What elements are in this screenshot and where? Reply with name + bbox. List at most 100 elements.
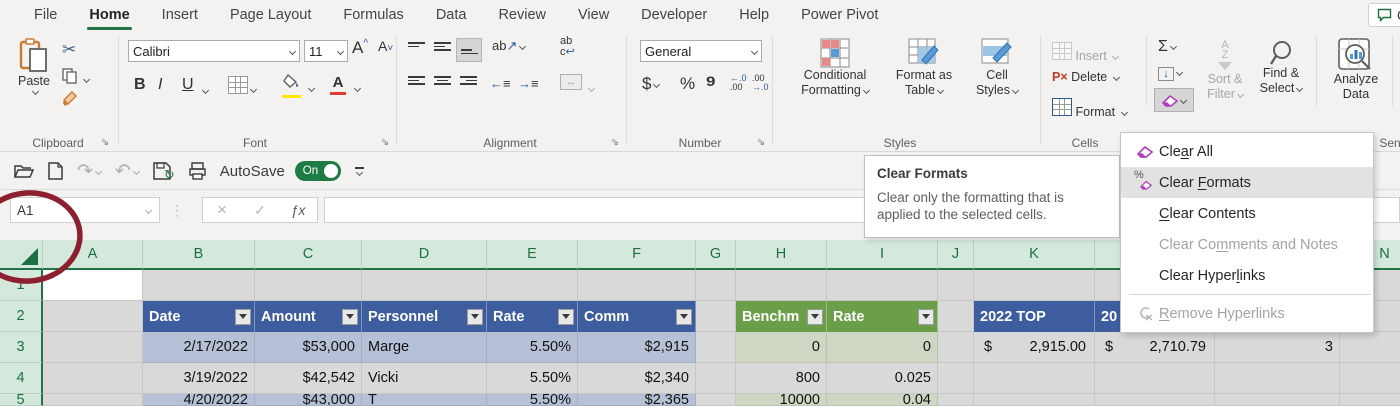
- new-file-icon[interactable]: [48, 162, 63, 180]
- accounting-format-button[interactable]: $: [642, 74, 661, 94]
- filter-button-C[interactable]: [342, 308, 358, 325]
- cell-C2[interactable]: Amount: [255, 301, 362, 332]
- cell-I3[interactable]: 0: [827, 332, 938, 363]
- cell-N3[interactable]: [1340, 332, 1400, 363]
- cell-K4[interactable]: [974, 363, 1095, 394]
- cell-M5[interactable]: [1215, 394, 1340, 406]
- cell-E5[interactable]: 5.50%: [487, 394, 578, 406]
- cell-E3[interactable]: 5.50%: [487, 332, 578, 363]
- column-header-E[interactable]: E: [487, 240, 578, 270]
- cell-J5[interactable]: [938, 394, 974, 406]
- align-middle-button[interactable]: [434, 42, 451, 51]
- cell-B1[interactable]: [143, 270, 255, 301]
- row-header-4[interactable]: 4: [0, 363, 43, 394]
- fill-color-chevron-icon[interactable]: [306, 80, 316, 98]
- enter-button[interactable]: ✓: [241, 202, 279, 219]
- underline-button[interactable]: U: [182, 76, 194, 94]
- menu-item-clear-contents[interactable]: Clear Contents: [1121, 198, 1373, 229]
- formula-bar-divider[interactable]: ⋮: [170, 202, 184, 219]
- copy-chevron-icon[interactable]: [83, 76, 91, 84]
- align-center-button[interactable]: [434, 76, 451, 85]
- column-header-F[interactable]: F: [578, 240, 696, 270]
- cell-M3[interactable]: 3: [1215, 332, 1340, 363]
- insert-cells-button[interactable]: Insert: [1052, 42, 1120, 63]
- column-header-G[interactable]: G: [696, 240, 736, 270]
- cell-K5[interactable]: [974, 394, 1095, 406]
- column-header-I[interactable]: I: [827, 240, 938, 270]
- filter-button-I[interactable]: [918, 308, 934, 325]
- tab-developer[interactable]: Developer: [625, 0, 723, 30]
- cell-F1[interactable]: [578, 270, 696, 301]
- tab-power-pivot[interactable]: Power Pivot: [785, 0, 894, 30]
- column-header-J[interactable]: J: [938, 240, 974, 270]
- align-top-button[interactable]: [408, 42, 425, 51]
- cancel-button[interactable]: ×: [203, 200, 241, 220]
- cell-D2[interactable]: Personnel: [362, 301, 487, 332]
- tab-page-layout[interactable]: Page Layout: [214, 0, 327, 30]
- merge-center-chevron-icon[interactable]: [586, 80, 596, 98]
- open-file-icon[interactable]: [14, 163, 34, 179]
- cell-E2[interactable]: Rate: [487, 301, 578, 332]
- paste-button[interactable]: Paste: [10, 38, 58, 96]
- increase-indent-icon[interactable]: →≡: [518, 76, 539, 91]
- cell-J1[interactable]: [938, 270, 974, 301]
- format-cells-button[interactable]: Format: [1052, 98, 1128, 119]
- cell-I4[interactable]: 0.025: [827, 363, 938, 394]
- comma-style-button[interactable]: 9: [706, 74, 715, 90]
- align-bottom-button[interactable]: [456, 38, 482, 62]
- menu-item-clear-hyperlinks[interactable]: Clear Hyperlinks: [1121, 260, 1373, 291]
- cell-H2[interactable]: Benchm: [736, 301, 827, 332]
- clear-button[interactable]: [1154, 88, 1194, 112]
- fill-color-button[interactable]: [282, 73, 301, 98]
- font-dialog-launcher-icon[interactable]: ⇘: [378, 136, 392, 150]
- menu-item-clear-formats[interactable]: % Clear Formats: [1121, 167, 1373, 198]
- autosave-toggle[interactable]: On: [294, 161, 341, 181]
- cell-G5[interactable]: [696, 394, 736, 406]
- shrink-font-button[interactable]: A˅: [378, 38, 393, 54]
- cell-E4[interactable]: 5.50%: [487, 363, 578, 394]
- filter-button-B[interactable]: [235, 308, 251, 325]
- cell-G1[interactable]: [696, 270, 736, 301]
- underline-chevron-icon[interactable]: [200, 82, 210, 100]
- qat-overflow-icon[interactable]: [354, 167, 364, 176]
- cell-F4[interactable]: $2,340: [578, 363, 696, 394]
- cell-H1[interactable]: [736, 270, 827, 301]
- cell-G2[interactable]: [696, 301, 736, 332]
- column-header-K[interactable]: K: [974, 240, 1095, 270]
- tab-view[interactable]: View: [562, 0, 625, 30]
- font-name-combo[interactable]: Calibri: [128, 40, 300, 62]
- cell-N4[interactable]: [1340, 363, 1400, 394]
- insert-function-button[interactable]: ƒx: [279, 202, 317, 218]
- tab-help[interactable]: Help: [723, 0, 785, 30]
- cell-D4[interactable]: Vicki: [362, 363, 487, 394]
- cell-H4[interactable]: 800: [736, 363, 827, 394]
- tab-insert[interactable]: Insert: [146, 0, 214, 30]
- filter-button-E[interactable]: [558, 308, 574, 325]
- delete-cells-button[interactable]: P× Delete: [1052, 70, 1120, 84]
- analyze-data-button[interactable]: Analyze Data: [1326, 38, 1386, 102]
- cut-icon[interactable]: ✂: [62, 40, 76, 60]
- tab-file[interactable]: File: [18, 0, 73, 30]
- cell-C5[interactable]: $43,000: [255, 394, 362, 406]
- number-format-combo[interactable]: General: [640, 40, 762, 62]
- orientation-button[interactable]: ab↗: [492, 38, 527, 54]
- format-as-table-button[interactable]: Format as Table: [886, 38, 962, 98]
- increase-decimal-button[interactable]: ←.0.00: [730, 74, 747, 92]
- cell-A3[interactable]: [43, 332, 143, 363]
- decrease-decimal-button[interactable]: .00 →.0: [752, 74, 769, 92]
- cell-A1[interactable]: [43, 270, 143, 301]
- cell-G3[interactable]: [696, 332, 736, 363]
- undo-button[interactable]: ↶: [115, 160, 140, 183]
- cell-D3[interactable]: Marge: [362, 332, 487, 363]
- cell-J3[interactable]: [938, 332, 974, 363]
- italic-button[interactable]: I: [158, 76, 162, 94]
- row-header-3[interactable]: 3: [0, 332, 43, 363]
- cell-M4[interactable]: [1215, 363, 1340, 394]
- cell-C3[interactable]: $53,000: [255, 332, 362, 363]
- cell-K2[interactable]: 2022 TOP: [974, 301, 1095, 332]
- align-left-button[interactable]: [408, 76, 425, 85]
- comment-button[interactable]: Comment: [1368, 3, 1400, 27]
- cell-B4[interactable]: 3/19/2022: [143, 363, 255, 394]
- sort-filter-button[interactable]: AZ Sort & Filter: [1200, 40, 1250, 102]
- align-right-button[interactable]: [460, 76, 477, 85]
